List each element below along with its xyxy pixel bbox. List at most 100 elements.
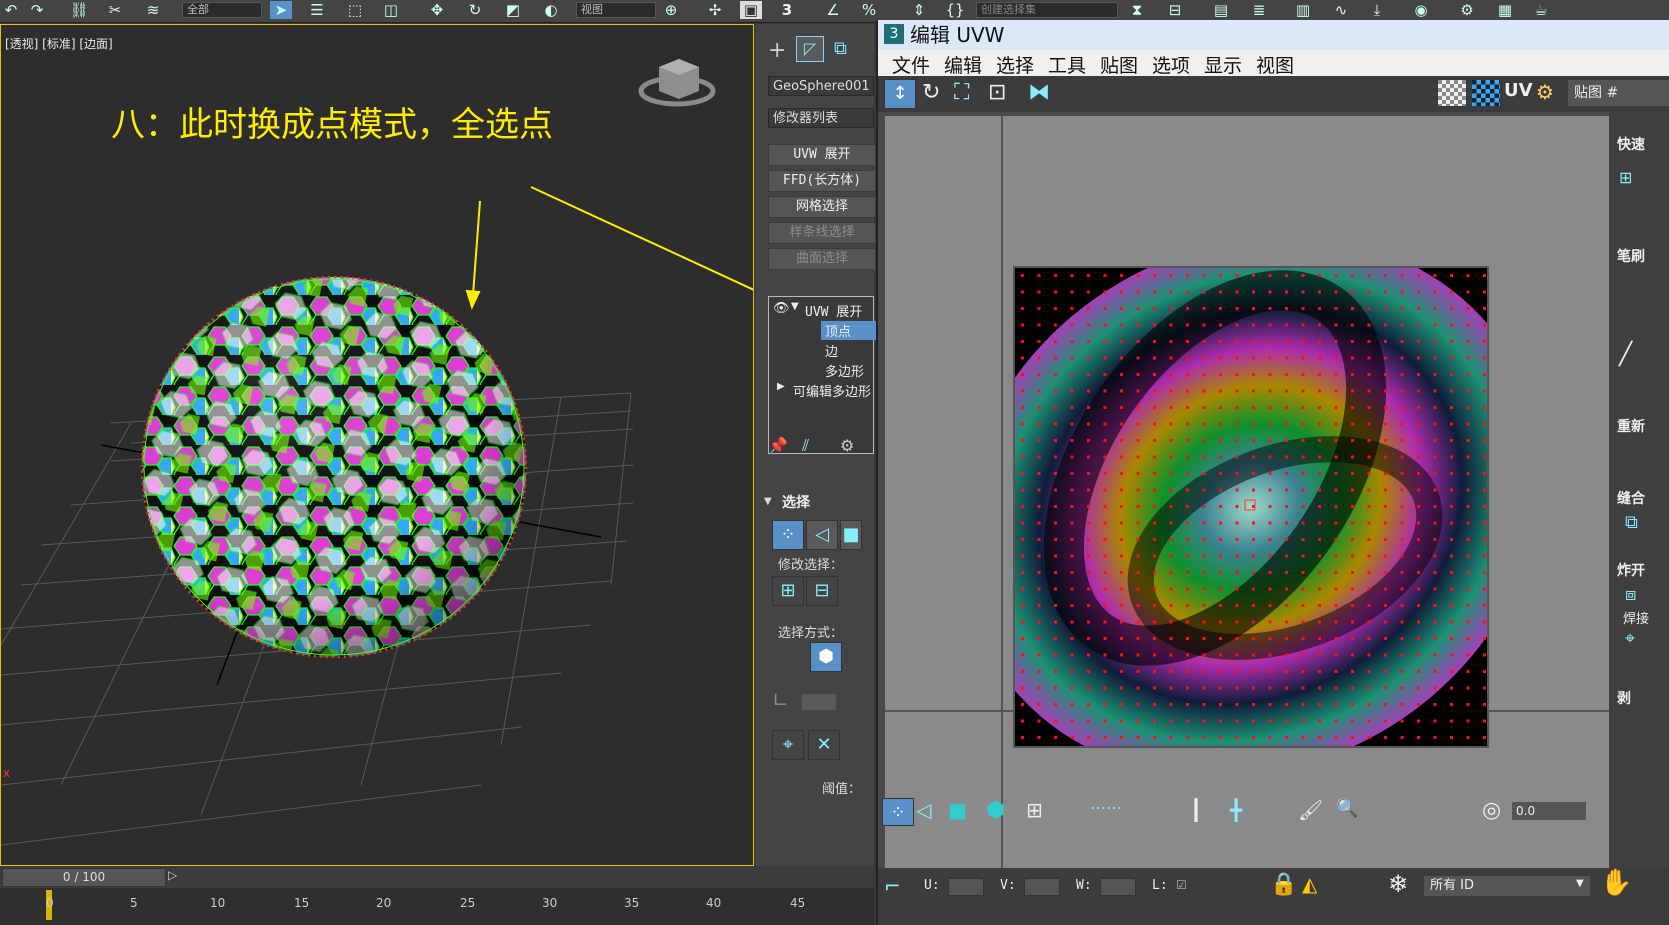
link-icon[interactable]: ⛓	[68, 1, 90, 19]
material-editor-icon[interactable]: ◉	[1410, 1, 1432, 19]
select-object-icon[interactable]: ➤	[270, 1, 292, 19]
unlink-icon[interactable]: ✂	[104, 1, 126, 19]
pan-hand-icon[interactable]: ✋	[1600, 868, 1632, 898]
grow-uv-icon[interactable]: ⊞	[1026, 798, 1043, 822]
ribbon-icon[interactable]: ▥	[1292, 1, 1314, 19]
map-dropdown[interactable]: 贴图 #	[1568, 80, 1669, 106]
reference-coord-dropdown[interactable]: 视图	[576, 2, 656, 18]
next-frame-icon[interactable]: ▷	[168, 868, 177, 882]
uv-texture-map[interactable]	[1013, 266, 1489, 748]
break-icon[interactable]: ⧈	[1625, 584, 1636, 605]
bind-space-warp-icon[interactable]: ≋	[142, 1, 164, 19]
uvw-unwrap-button[interactable]: UVW 展开	[768, 144, 876, 166]
angle-field[interactable]	[802, 694, 836, 710]
collapse-arrow-icon[interactable]: ▶	[777, 381, 785, 392]
modify-tab-icon[interactable]: ◸	[796, 36, 824, 62]
render-icon[interactable]: ☕	[1530, 1, 1552, 19]
pivot-center-icon[interactable]: ⊕	[660, 1, 682, 19]
selection-rollout-title[interactable]: 选择	[782, 492, 810, 512]
ignore-backfaces-button[interactable]: ✕	[808, 730, 840, 760]
configure-sets-icon[interactable]: ⚙	[840, 436, 854, 455]
angle-select-icon[interactable]: ∟	[772, 688, 789, 712]
stack-polygon-item[interactable]: 多边形	[825, 361, 864, 380]
stack-uvw-unwrap[interactable]: UVW 展开	[805, 301, 862, 320]
uvw-scale-icon[interactable]: ⛶	[954, 80, 969, 105]
layer-explorer-icon[interactable]: ▤	[1210, 1, 1232, 19]
stack-editable-poly[interactable]: 可编辑多边形	[793, 381, 871, 400]
menu-edit[interactable]: 编辑	[944, 51, 982, 78]
menu-mapping[interactable]: 贴图	[1100, 51, 1138, 78]
angle-snap-icon[interactable]: ∠	[822, 1, 844, 19]
mesh-select-button[interactable]: 网格选择	[768, 196, 876, 218]
edge-mode-button[interactable]: ◁	[806, 520, 838, 550]
align-horizontal-icon[interactable]: ╋	[1230, 798, 1242, 822]
edit-named-sets-icon[interactable]: {}	[944, 1, 966, 19]
quick-transform-section[interactable]: 快速	[1617, 134, 1645, 154]
spinner-snap-icon[interactable]: ⇕	[908, 1, 930, 19]
rollout-arrow-icon[interactable]: ▼	[764, 496, 772, 507]
straighten-icon[interactable]: ╱	[1619, 342, 1632, 367]
bottom-edge-mode-icon[interactable]: ◁	[916, 798, 931, 822]
hierarchy-tab-icon[interactable]: ⧉	[834, 38, 847, 59]
named-selection-set-field[interactable]: 创建选择集	[976, 2, 1118, 18]
peel-section[interactable]: 剥	[1617, 688, 1631, 708]
reshape-section[interactable]: 重新	[1617, 416, 1645, 436]
select-manipulate-icon[interactable]: ✢	[704, 1, 726, 19]
pin-stack-icon[interactable]: 📌	[768, 436, 788, 455]
placement-icon[interactable]: ◐	[540, 1, 562, 19]
v-field[interactable]	[1024, 878, 1060, 896]
menu-select[interactable]: 选择	[996, 51, 1034, 78]
menu-options[interactable]: 选项	[1152, 51, 1190, 78]
viewcube[interactable]	[638, 59, 716, 107]
menu-tools[interactable]: 工具	[1048, 51, 1086, 78]
weld-label[interactable]: 焊接	[1623, 608, 1649, 627]
freeze-icon[interactable]: ❄	[1388, 870, 1408, 898]
create-tab-icon[interactable]: +	[768, 38, 786, 63]
explode-section[interactable]: 炸开	[1617, 560, 1645, 580]
uvw-settings-icon[interactable]: ⚙	[1536, 80, 1554, 104]
layers-icon[interactable]: ≣	[1248, 1, 1270, 19]
checker-pattern-icon[interactable]	[1438, 80, 1466, 106]
time-slider-thumb[interactable]: 0 / 100	[2, 868, 166, 887]
uvw-transform-icon[interactable]: ⌐	[884, 874, 901, 898]
show-end-result-icon[interactable]: ⫽	[802, 436, 809, 456]
window-crossing-icon[interactable]: ◫	[380, 1, 402, 19]
shrink-selection-button[interactable]: ⊟	[806, 576, 838, 606]
offset-value-field[interactable]: 0.0	[1512, 802, 1586, 820]
quick-planar-icon[interactable]: ⊞	[1619, 168, 1632, 187]
visibility-eye-icon[interactable]: 👁	[773, 301, 790, 316]
grow-selection-button[interactable]: ⊞	[772, 576, 804, 606]
offset-spinner-icon[interactable]: ◎	[1482, 798, 1501, 823]
modifier-list-dropdown[interactable]: 修改器列表	[768, 108, 874, 128]
scale-icon[interactable]: ◩	[502, 1, 524, 19]
snap-toggle-icon[interactable]: 3	[776, 1, 798, 19]
object-name-field[interactable]: GeoSphere001	[768, 76, 874, 96]
vertex-mode-button[interactable]: ⁘	[772, 520, 804, 550]
surface-select-button[interactable]: 曲面选择	[768, 248, 876, 270]
uvw-rotate-icon[interactable]: ↻	[922, 80, 940, 105]
checker-blue-icon[interactable]	[1472, 80, 1500, 106]
render-frame-icon[interactable]: ▦	[1494, 1, 1516, 19]
bottom-face-mode-icon[interactable]: ■	[948, 798, 967, 822]
uvw-move-button[interactable]: ↕	[884, 79, 916, 109]
brush-section[interactable]: 笔刷	[1617, 246, 1645, 266]
percent-snap-icon[interactable]: %	[858, 1, 880, 19]
time-slider[interactable]: 0 / 100 ▷	[0, 866, 874, 888]
perspective-viewport[interactable]: [透视] [标准] [边面] 八：此时换成点模式，全选点 x	[0, 24, 754, 866]
expand-arrow-icon[interactable]: ▼	[791, 301, 799, 312]
select-uv-seams-button[interactable]: ⌖	[772, 730, 804, 760]
bottom-vertex-mode[interactable]: ⁘	[882, 798, 914, 826]
stitch-icon[interactable]: ⧉	[1625, 512, 1638, 533]
move-icon[interactable]: ✥	[426, 1, 448, 19]
schematic-view-icon[interactable]: ⤓	[1366, 1, 1388, 19]
undo-icon[interactable]: ↶	[0, 1, 22, 19]
filter-selected-icon[interactable]: ◭	[1302, 872, 1317, 896]
uv-space-label[interactable]: UV	[1504, 80, 1533, 101]
lock-icon[interactable]: 🔒	[1270, 872, 1297, 897]
uv-editor-canvas[interactable]	[885, 116, 1609, 868]
dropdown-arrow-icon[interactable]: ▼	[1576, 878, 1584, 889]
curve-editor-icon[interactable]: ∿	[1330, 1, 1352, 19]
selection-filter-dropdown[interactable]: 全部	[182, 2, 262, 18]
weld-icon[interactable]: ⌖	[1625, 628, 1635, 649]
ffd-box-button[interactable]: FFD(长方体)	[768, 170, 876, 192]
